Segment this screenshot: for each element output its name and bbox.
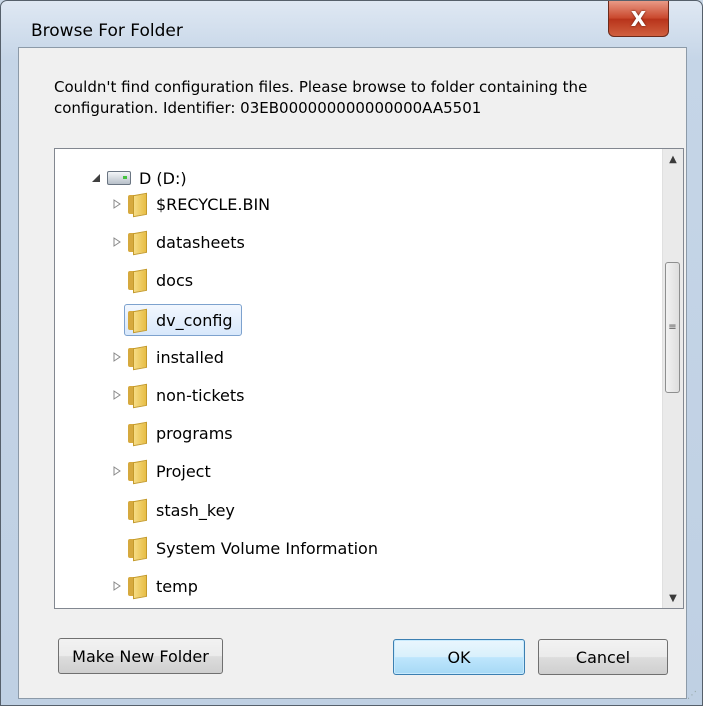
expand-arrow-icon[interactable] [111,351,123,363]
dialog-title: Browse For Folder [31,21,183,41]
folder-icon [127,345,147,371]
vertical-scrollbar[interactable]: ▲ ≡ ▼ [662,149,683,608]
folder-label: $RECYCLE.BIN [156,194,271,214]
folder-label: installed [156,347,224,367]
expand-arrow-icon[interactable] [111,198,123,210]
tree-item-folder[interactable]: installed [127,342,224,372]
folder-label: Project [156,461,211,481]
ok-label: OK [447,647,471,667]
make-new-folder-button[interactable]: Make New Folder [58,638,223,674]
folder-icon [127,268,147,294]
folder-icon [127,383,147,409]
expand-arrow-icon[interactable] [111,236,123,248]
expand-arrow-icon[interactable] [111,580,123,592]
folder-label: temp [156,576,198,596]
drive-label: D (D:) [139,168,187,188]
scrollbar-thumb[interactable]: ≡ [665,262,680,393]
folder-icon [127,421,147,447]
expand-arrow-icon[interactable] [111,389,123,401]
drive-icon [107,171,131,185]
tree-item-folder[interactable]: datasheets [127,227,245,257]
cancel-label: Cancel [575,647,631,667]
scroll-down-arrow-icon[interactable]: ▼ [663,588,683,608]
make-new-folder-label: Make New Folder [72,646,209,666]
folder-label: programs [156,423,233,443]
tree-item-folder[interactable]: temp [127,571,198,601]
folder-icon [127,230,147,256]
tree-item-folder[interactable]: stash_key [127,495,235,525]
folder-label: docs [156,270,194,290]
tree-item-folder[interactable]: dv_config [124,304,242,336]
resize-grip-icon[interactable]: ⋰ [687,690,699,702]
folder-label: non-tickets [156,385,245,405]
folder-label: dv_config [156,310,233,330]
folder-icon [127,498,147,524]
folder-icon [127,459,147,485]
ok-button[interactable]: OK [393,639,525,675]
folder-icon [127,536,147,562]
folder-label: datasheets [156,232,245,252]
folder-icon [127,308,147,334]
tree-item-folder[interactable]: programs [127,418,233,448]
folder-tree[interactable]: D (D:) $RECYCLE.BIN datasheets docs dv_conf… [54,148,684,609]
tree-item-folder[interactable]: docs [127,265,193,295]
browse-for-folder-dialog: Browse For Folder X Couldn't find config… [0,0,703,706]
tree-item-folder[interactable]: $RECYCLE.BIN [127,189,270,219]
collapse-arrow-icon[interactable] [90,172,102,184]
tree-item-folder[interactable]: System Volume Information [127,533,378,563]
close-icon: X [630,6,647,31]
instruction-text: Couldn't find configuration files. Pleas… [54,78,588,117]
folder-icon [127,574,147,600]
cancel-button[interactable]: Cancel [538,639,668,675]
folder-label: stash_key [156,500,235,520]
scroll-up-arrow-icon[interactable]: ▲ [663,149,683,169]
close-button[interactable]: X [608,1,669,37]
expand-arrow-icon[interactable] [111,465,123,477]
folder-label: System Volume Information [156,538,378,558]
tree-item-folder[interactable]: Project [127,456,211,486]
tree-item-folder[interactable]: non-tickets [127,380,245,410]
folder-icon [127,192,147,218]
